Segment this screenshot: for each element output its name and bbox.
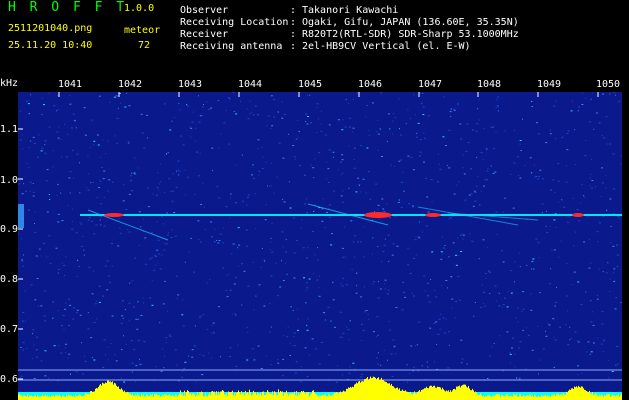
spectrogram: [18, 92, 622, 400]
info-value-observer: Takanori Kawachi: [302, 5, 399, 16]
x-tick-label: 1048: [477, 79, 502, 90]
y-tick-label: 0.9: [0, 224, 19, 235]
x-tick-label: 1049: [537, 79, 562, 90]
capture-datetime: 25.11.20 10:40: [8, 40, 93, 51]
echo-hotspot: [364, 212, 392, 218]
y-tick-label: 1.0: [0, 175, 19, 186]
left-edge-signal: [18, 204, 24, 228]
info-label-observer: Observer: [180, 5, 229, 16]
x-tick-label: 1047: [418, 79, 443, 90]
echo-hotspot: [104, 213, 124, 217]
x-tick-label: 1041: [58, 79, 83, 90]
y-tick-label: 1.1: [0, 124, 19, 135]
info-separator: :: [290, 5, 297, 16]
info-label-antenna: Receiving antenna: [180, 41, 283, 52]
y-tick-label: 0.8: [0, 274, 19, 285]
x-tick-label: 1043: [178, 79, 203, 90]
app-version: 1.0.0: [124, 3, 155, 14]
info-label-location: Receiving Location: [180, 17, 289, 28]
app-name: H R O F F T: [8, 0, 128, 15]
meteor-label: meteor: [124, 25, 161, 36]
info-value-antenna: 2el-HB9CV Vertical (el. E-W): [302, 41, 471, 52]
info-label-receiver: Receiver: [180, 29, 229, 40]
info-separator: :: [290, 41, 297, 52]
echo-hotspot: [572, 213, 584, 217]
info-separator: :: [290, 29, 297, 40]
x-tick-label: 1045: [298, 79, 323, 90]
info-separator: :: [290, 17, 297, 28]
info-value-receiver: R820T2(RTL-SDR) SDR-Sharp 53.1000MHz: [302, 29, 519, 40]
spectrogram-background: [18, 92, 622, 400]
info-value-location: Ogaki, Gifu, JAPAN (136.60E, 35.35N): [302, 17, 519, 28]
header-panel: H R O F F T 1.0.0 2511201040.png 25.11.2…: [0, 0, 629, 90]
y-axis-unit: kHz: [0, 78, 19, 89]
meteor-count: 72: [138, 40, 151, 51]
x-tick-label: 1044: [238, 79, 263, 90]
y-tick-label: 0.7: [0, 324, 19, 335]
y-tick-label: 0.6: [0, 374, 19, 385]
x-tick-label: 1050: [596, 79, 621, 90]
capture-filename: 2511201040.png: [8, 23, 93, 34]
x-tick-label: 1042: [118, 79, 143, 90]
echo-hotspot: [425, 213, 441, 217]
x-tick-label: 1046: [358, 79, 383, 90]
